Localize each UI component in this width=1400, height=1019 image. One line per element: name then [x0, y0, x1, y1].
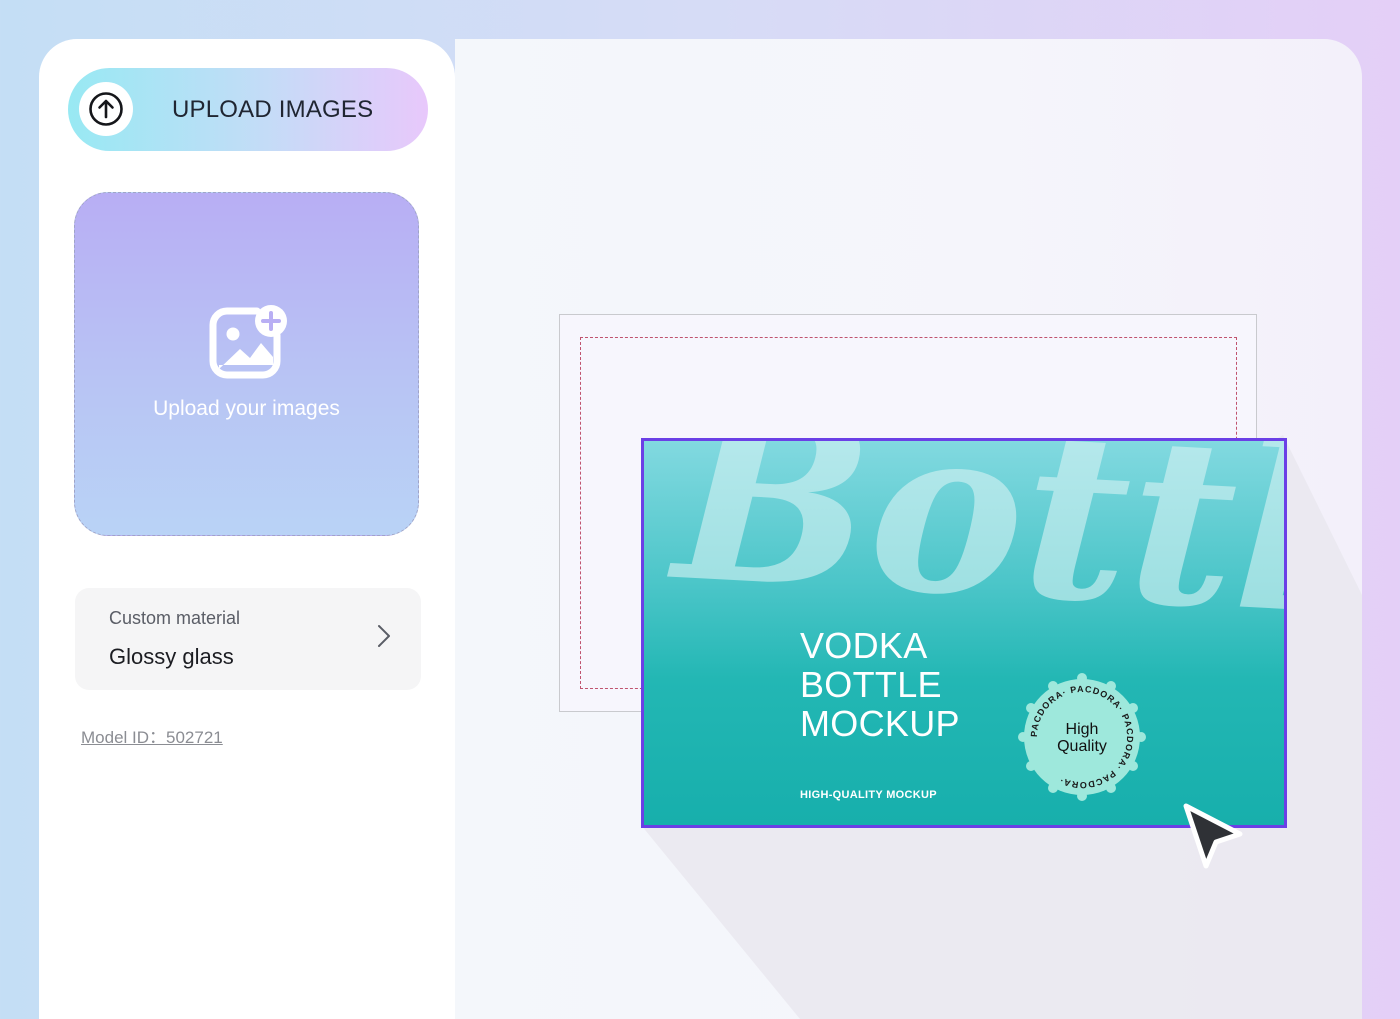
custom-material-selector[interactable]: Custom material Glossy glass: [75, 588, 421, 690]
label-design-card[interactable]: Bottle VODKA BOTTLE MOCKUP HIGH-QUALITY …: [641, 438, 1287, 828]
design-canvas[interactable]: Bottle VODKA BOTTLE MOCKUP HIGH-QUALITY …: [455, 39, 1362, 1019]
upload-images-label: UPLOAD IMAGES: [172, 96, 374, 123]
chevron-right-icon: [377, 624, 391, 653]
material-label: Custom material: [109, 608, 241, 628]
image-dropzone[interactable]: Upload your images: [74, 192, 419, 536]
quality-seal: PACDORA· PACDORA· PACDORA· PACDORA· High…: [1017, 672, 1147, 807]
model-id-link[interactable]: Model ID：502721: [81, 723, 223, 748]
headline-text: VODKA BOTTLE MOCKUP: [800, 626, 960, 743]
material-value: Glossy glass: [109, 644, 234, 669]
seal-line-1: High: [1065, 721, 1099, 738]
upload-images-button[interactable]: UPLOAD IMAGES: [68, 68, 428, 151]
sidebar-panel: UPLOAD IMAGES Upload your images Custom …: [39, 39, 455, 1019]
add-image-icon: [207, 299, 291, 388]
seal-line-2: Quality: [1057, 738, 1107, 755]
tagline-text: HIGH-QUALITY MOCKUP: [800, 789, 937, 801]
dropzone-label: Upload your images: [153, 397, 340, 420]
background-word: Bottle: [664, 441, 1284, 673]
background-wordmark: Bottle: [664, 441, 1284, 673]
headline-line: BOTTLE: [800, 664, 942, 705]
arrow-up-circle-icon: [79, 82, 133, 136]
pointer-arrow-icon: [1182, 802, 1246, 877]
headline-line: MOCKUP: [800, 703, 960, 744]
headline-line: VODKA: [800, 625, 928, 666]
